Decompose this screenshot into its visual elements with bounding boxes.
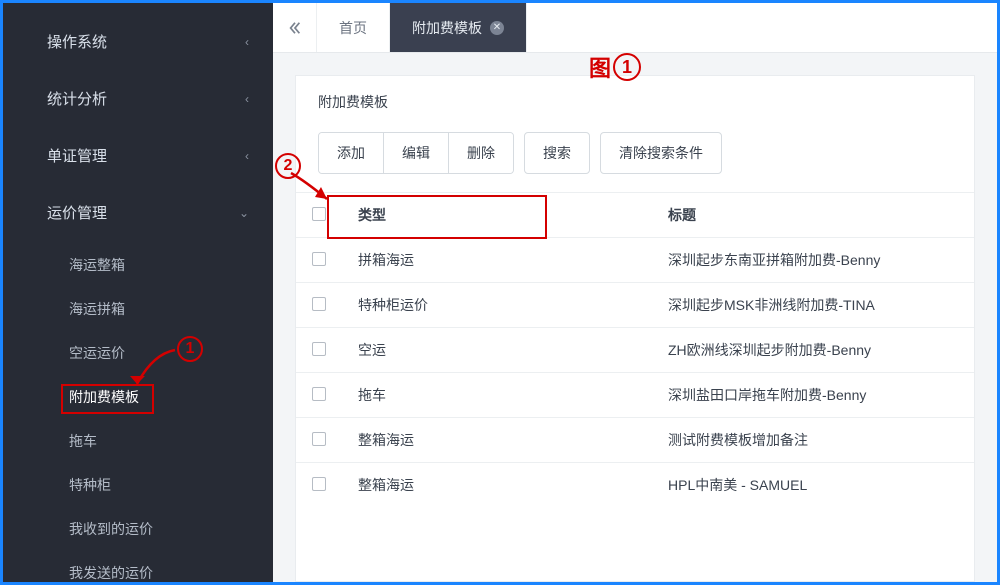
cell-title: HPL中南美 - SAMUEL [652,463,974,508]
table-row: 空运ZH欧洲线深圳起步附加费-Benny [296,328,974,373]
submenu: 海运整箱海运拼箱空运运价附加费模板拖车特种柜我收到的运价我发送的运价 [3,241,273,582]
row-checkbox-cell [296,283,342,328]
sidebar-item[interactable]: 特种柜 [3,463,273,507]
chevron-down-icon: ⌄ [239,206,249,220]
crud-button-group: 添加 编辑 删除 [318,132,514,174]
row-checkbox[interactable] [312,387,326,401]
row-checkbox-cell [296,463,342,508]
table-row: 整箱海运测试附费模板增加备注 [296,418,974,463]
cell-type: 整箱海运 [342,463,652,508]
table-row: 整箱海运HPL中南美 - SAMUEL [296,463,974,508]
tab-prev-button[interactable] [273,3,317,52]
menu-group[interactable]: 单证管理 ‹ [3,127,273,184]
row-checkbox[interactable] [312,252,326,266]
chevron-left-icon: ‹ [245,35,249,49]
chevron-left-icon: ‹ [245,149,249,163]
sidebar-item[interactable]: 我发送的运价 [3,551,273,582]
edit-button[interactable]: 编辑 [383,133,448,173]
menu-group[interactable]: 操作系统 ‹ [3,13,273,70]
tab-surcharge-template[interactable]: 附加费模板 ✕ [390,3,527,52]
row-checkbox-cell [296,418,342,463]
cell-title: 深圳盐田口岸拖车附加费-Benny [652,373,974,418]
card-title: 附加费模板 [296,76,974,122]
sidebar: 操作系统 ‹ 统计分析 ‹ 单证管理 ‹ 运价管理 ⌄ 海运整箱海运拼箱空运运价附加费模板拖车特… [3,3,273,582]
row-checkbox-cell [296,238,342,283]
cell-title: 测试附费模板增加备注 [652,418,974,463]
delete-button[interactable]: 删除 [448,133,513,173]
search-button[interactable]: 搜索 [524,132,590,174]
sidebar-item[interactable]: 我收到的运价 [3,507,273,551]
tab-bar: 首页 附加费模板 ✕ [273,3,997,53]
menu-group[interactable]: 统计分析 ‹ [3,70,273,127]
sidebar-item[interactable]: 附加费模板 [3,375,273,419]
sidebar-item[interactable]: 海运整箱 [3,243,273,287]
menu-group[interactable]: 运价管理 ⌄ [3,184,273,241]
table-header-row: 类型 标题 [296,193,974,238]
menu-group-label: 统计分析 [47,91,107,108]
data-table: 类型 标题 拼箱海运深圳起步东南亚拼箱附加费-Benny特种柜运价深圳起步MSK… [296,192,974,507]
header-checkbox-cell [296,193,342,238]
menu-group-label: 操作系统 [47,34,107,51]
cell-title: 深圳起步MSK非洲线附加费-TINA [652,283,974,328]
cell-type: 整箱海运 [342,418,652,463]
cell-title: 深圳起步东南亚拼箱附加费-Benny [652,238,974,283]
table-row: 特种柜运价深圳起步MSK非洲线附加费-TINA [296,283,974,328]
header-checkbox[interactable] [312,207,326,221]
cell-title: ZH欧洲线深圳起步附加费-Benny [652,328,974,373]
content-card: 附加费模板 添加 编辑 删除 搜索 清除搜索条件 类型 [295,75,975,582]
table-row: 拖车深圳盐田口岸拖车附加费-Benny [296,373,974,418]
cell-type: 空运 [342,328,652,373]
clear-search-button[interactable]: 清除搜索条件 [600,132,722,174]
tab-home[interactable]: 首页 [317,3,390,52]
add-button[interactable]: 添加 [319,133,383,173]
cell-type: 特种柜运价 [342,283,652,328]
row-checkbox-cell [296,328,342,373]
header-type: 类型 [342,193,652,238]
tab-label: 附加费模板 [412,18,482,38]
menu-group-label: 运价管理 [47,205,107,222]
tab-label: 首页 [339,18,367,38]
sidebar-item[interactable]: 拖车 [3,419,273,463]
cell-type: 拼箱海运 [342,238,652,283]
double-chevron-left-icon [288,21,302,35]
toolbar: 添加 编辑 删除 搜索 清除搜索条件 [296,122,974,192]
row-checkbox[interactable] [312,342,326,356]
sidebar-item[interactable]: 海运拼箱 [3,287,273,331]
cell-type: 拖车 [342,373,652,418]
app-frame: 操作系统‹统计分析‹单证管理‹运价管理⌄海运整箱海运拼箱空运运价附加费模板拖车特… [0,0,1000,585]
row-checkbox[interactable] [312,432,326,446]
row-checkbox[interactable] [312,297,326,311]
main-area: 首页 附加费模板 ✕ 附加费模板 添加 编辑 删除 搜索 清除搜索条件 [273,3,997,582]
close-icon[interactable]: ✕ [490,21,504,35]
row-checkbox-cell [296,373,342,418]
chevron-left-icon: ‹ [245,92,249,106]
table-row: 拼箱海运深圳起步东南亚拼箱附加费-Benny [296,238,974,283]
row-checkbox[interactable] [312,477,326,491]
sidebar-item[interactable]: 空运运价 [3,331,273,375]
menu-group-label: 单证管理 [47,148,107,165]
header-title: 标题 [652,193,974,238]
